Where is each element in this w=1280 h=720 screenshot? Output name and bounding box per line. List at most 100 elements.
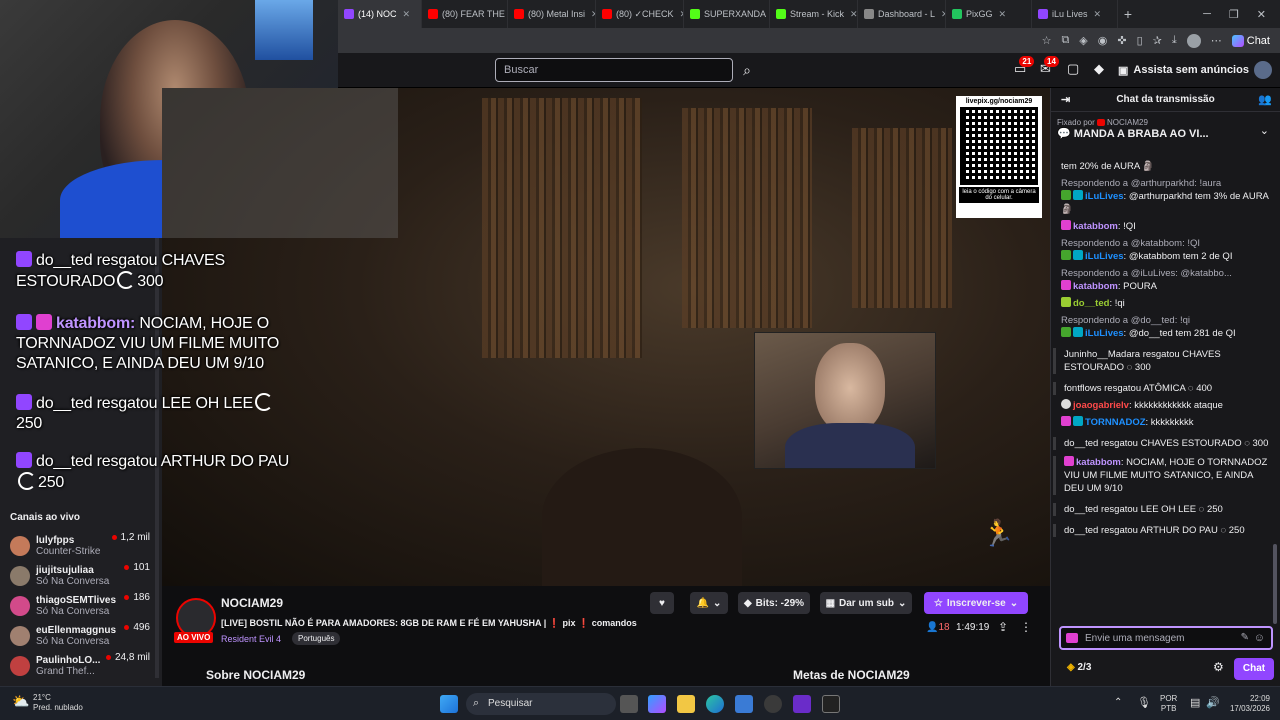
sidebar-channel[interactable]: lulyfpps Counter-Strike 1,2 mil [10, 530, 150, 562]
community-icon[interactable]: 👥 [1258, 93, 1272, 106]
chevron-down-icon[interactable]: ⌄ [1260, 124, 1269, 137]
bookmark-star-icon[interactable]: ☆ [1042, 34, 1052, 47]
chevron-down-icon: ⌄ [898, 597, 907, 609]
turbo-button[interactable]: ▣ Assista sem anúncios [1118, 59, 1249, 81]
channel-name[interactable]: NOCIAM29 [221, 596, 283, 610]
favorites-icon[interactable]: ✰ [1153, 34, 1162, 47]
edge-browser-icon[interactable] [706, 695, 724, 713]
twitch-icon [16, 251, 32, 267]
browser-tab[interactable]: Stream - Kick ✕ [770, 0, 858, 28]
facecam-face [815, 343, 885, 433]
sidebar-channel[interactable]: jiujitsujuliaa Só Na Conversa 101 [10, 560, 150, 592]
browser-tab[interactable]: iLu Lives ✕ [1032, 0, 1118, 28]
browser-tab[interactable]: (80) Metal Insi✕ [508, 0, 596, 28]
whispers-icon[interactable]: ▢ [1067, 61, 1079, 77]
chat-input[interactable]: Envie uma mensagem ✎ ☺ [1059, 626, 1273, 650]
about-section-title: Sobre NOCIAM29 [206, 668, 306, 682]
minimize-icon[interactable]: ─ [1203, 8, 1211, 21]
browser-tab[interactable]: (80) FEAR THE✕ [422, 0, 508, 28]
windows-start-icon[interactable] [440, 695, 458, 713]
close-icon[interactable]: ✕ [999, 9, 1007, 20]
gift-sub-button[interactable]: ▦ Dar um sub ⌄ [820, 592, 912, 614]
video-player[interactable]: livepix.gg/nociam29 leia o código com a … [162, 88, 1050, 586]
microphone-icon[interactable]: 🎙 [1137, 696, 1151, 709]
chat-settings-gear-icon[interactable]: ⚙ [1213, 660, 1224, 674]
follow-heart-icon[interactable]: ♥ [650, 592, 674, 614]
network-icon[interactable]: ▤ [1190, 696, 1200, 709]
file-explorer-icon[interactable] [677, 695, 695, 713]
download-icon[interactable]: ⤓ [1172, 34, 1177, 47]
more-menu-icon[interactable]: ⋯ [1211, 34, 1222, 47]
taskbar-search[interactable]: ⌕ Pesquisar [466, 693, 616, 715]
chat-scrollbar[interactable] [1273, 544, 1277, 624]
slash-commands-icon[interactable]: ✎ [1241, 632, 1249, 643]
close-icon[interactable]: ✕ [850, 9, 857, 20]
volume-icon[interactable]: 🔊 [1206, 696, 1220, 709]
notion-icon[interactable] [822, 695, 840, 713]
prime-loot-icon[interactable]: ▭ 21 [1014, 56, 1035, 77]
close-icon[interactable]: ✕ [403, 9, 411, 20]
user-avatar[interactable] [1254, 61, 1272, 79]
viewer-count: 👤18 [926, 622, 950, 633]
copilot-chat-button[interactable]: Chat [1231, 34, 1270, 47]
redemption-message: fontflows resgatou ATÔMICA ◌ 400 [1053, 382, 1269, 395]
extension-icon[interactable]: ⧉ [1061, 34, 1069, 47]
sidebar-channel[interactable]: thiagoSEMTlives Só Na Conversa 186 [10, 590, 150, 622]
clock[interactable]: 22:09 17/03/2026 [1228, 694, 1270, 714]
browser-tab[interactable]: Dashboard - L✕ [858, 0, 946, 28]
extension-icon[interactable]: ◈ [1079, 34, 1087, 47]
copilot-icon[interactable] [648, 695, 666, 713]
sidebar-channel[interactable]: PaulinhoLO... Grand Thef... 24,8 mil [10, 650, 150, 682]
bot-badge-icon [1073, 190, 1083, 200]
browser-tab[interactable]: (14) NOC ✕ [338, 0, 422, 28]
profile-avatar[interactable] [1186, 33, 1201, 48]
channel-points-display[interactable]: ◈ 2/3 [1067, 662, 1091, 673]
emote-picker-icon[interactable]: ☺ [1254, 632, 1265, 644]
collapse-chat-icon[interactable]: ⇥ [1061, 93, 1070, 106]
notification-bell-button[interactable]: 🔔 ⌄ [690, 592, 728, 614]
chat-message: Respondendo a @do__ted: !qi iLuLives: @d… [1061, 315, 1236, 339]
weather-widget[interactable]: 21°C Pred. nublado [33, 693, 83, 713]
redemption-message: do__ted resgatou CHAVES ESTOURADO ◌ 300 [1053, 437, 1269, 450]
weather-icon[interactable]: ⛅ [12, 693, 29, 710]
search-input[interactable]: Buscar [495, 58, 733, 82]
browser-tab[interactable]: SUPERXANDA✕ [684, 0, 770, 28]
chat-send-button[interactable]: Chat [1234, 658, 1274, 680]
keyboard-language[interactable]: POR PTB [1160, 694, 1177, 714]
pinned-message[interactable]: Fixado por NOCIAM29 💬 MANDA A BRABA AO V… [1057, 118, 1269, 148]
viewers-icon: 👤 [926, 622, 939, 633]
task-view-icon[interactable] [620, 695, 638, 713]
browser-tab[interactable]: PixGG ✕ [946, 0, 1032, 28]
obs-icon[interactable] [764, 695, 782, 713]
viewer-count: 186 [124, 592, 150, 603]
new-tab-icon[interactable]: + [1118, 6, 1138, 22]
restore-icon[interactable]: ❐ [1229, 8, 1239, 21]
notifications-icon[interactable]: ✉ 14 [1040, 56, 1059, 77]
share-icon[interactable]: ⇪ [998, 620, 1008, 634]
kick-favicon-icon [776, 9, 786, 19]
badge-icon [1061, 297, 1071, 307]
search-icon[interactable]: ⌕ [735, 58, 759, 82]
redemption-message: do__ted resgatou LEE OH LEE ◌ 250 [1053, 503, 1269, 516]
subscribe-button[interactable]: ☆ Inscrever-se ⌄ [924, 592, 1028, 614]
sub-badge-icon [1061, 416, 1071, 426]
twitch-icon [16, 452, 32, 468]
photos-icon[interactable] [735, 695, 753, 713]
close-window-icon[interactable]: ✕ [1257, 8, 1266, 21]
sidebar-channel[interactable]: euEllenmaggnus Só Na Conversa 496 [10, 620, 150, 652]
browser-tab[interactable]: (80) ✓CHECK✕ [596, 0, 684, 28]
close-icon[interactable]: ✕ [1094, 9, 1102, 20]
bits-button[interactable]: ◆ Bits: -29% [738, 592, 810, 614]
more-options-icon[interactable]: ⋮ [1020, 620, 1032, 634]
language-tag[interactable]: Português [292, 632, 341, 645]
app-icon[interactable] [793, 695, 811, 713]
extensions-puzzle-icon[interactable]: ✜ [1117, 34, 1126, 47]
bits-icon[interactable]: ◆ [1094, 61, 1104, 77]
split-view-icon[interactable]: ▯ [1137, 34, 1143, 47]
facecam-shirt [785, 423, 915, 468]
show-hidden-icons-chevron-icon[interactable]: ⌃ [1114, 697, 1122, 708]
pix-qr-code: livepix.gg/nociam29 leia o código com a … [956, 96, 1042, 218]
game-link[interactable]: Resident Evil 4 [221, 634, 281, 644]
overlay-message-2: katabbom: NOCIAM, HOJE O TORNNADOZ VIU U… [16, 314, 280, 372]
extension-icon[interactable]: ◉ [1098, 34, 1108, 47]
